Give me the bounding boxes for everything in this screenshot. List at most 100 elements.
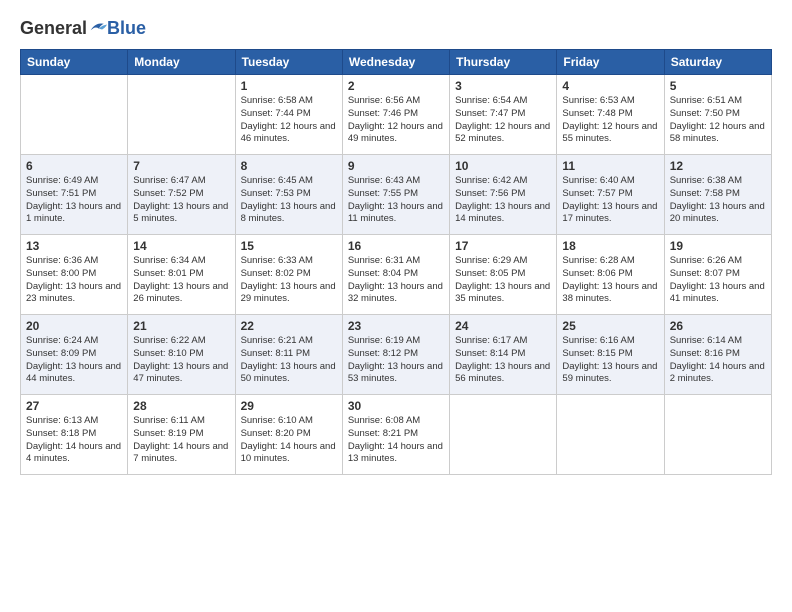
calendar-cell: 5 Sunrise: 6:51 AMSunset: 7:50 PMDaylight…	[664, 75, 771, 155]
cell-info: Sunrise: 6:26 AMSunset: 8:07 PMDaylight:…	[670, 255, 766, 306]
calendar-header-row: SundayMondayTuesdayWednesdayThursdayFrid…	[21, 50, 772, 75]
calendar-week-row: 13Sunrise: 6:36 AMSunset: 8:00 PMDayligh…	[21, 235, 772, 315]
cell-day-number: 15	[241, 239, 337, 253]
calendar-cell: 20Sunrise: 6:24 AMSunset: 8:09 PMDayligh…	[21, 315, 128, 395]
cell-day-number: 2	[348, 79, 444, 93]
calendar-cell: 23 Sunrise: 6:19 AMSunset: 8:12 PMDayligh…	[342, 315, 449, 395]
cell-info: Sunrise: 6:29 AMSunset: 8:05 PMDaylight:…	[455, 255, 551, 306]
calendar-cell: 4 Sunrise: 6:53 AMSunset: 7:48 PMDaylight…	[557, 75, 664, 155]
cell-info: Sunrise: 6:51 AMSunset: 7:50 PMDaylight:…	[670, 95, 766, 146]
cell-day-number: 7	[133, 159, 229, 173]
cell-info: Sunrise: 6:34 AMSunset: 8:01 PMDaylight:…	[133, 255, 229, 306]
cell-info: Sunrise: 6:58 AMSunset: 7:44 PMDaylight:…	[241, 95, 337, 146]
calendar-cell: 29 Sunrise: 6:10 AMSunset: 8:20 PMDayligh…	[235, 395, 342, 475]
calendar-cell: 30 Sunrise: 6:08 AMSunset: 8:21 PMDayligh…	[342, 395, 449, 475]
calendar-week-row: 6 Sunrise: 6:49 AMSunset: 7:51 PMDaylight…	[21, 155, 772, 235]
cell-info: Sunrise: 6:43 AMSunset: 7:55 PMDaylight:…	[348, 175, 444, 226]
cell-info: Sunrise: 6:47 AMSunset: 7:52 PMDaylight:…	[133, 175, 229, 226]
cell-day-number: 29	[241, 399, 337, 413]
calendar-week-row: 1 Sunrise: 6:58 AMSunset: 7:44 PMDaylight…	[21, 75, 772, 155]
cell-info: Sunrise: 6:54 AMSunset: 7:47 PMDaylight:…	[455, 95, 551, 146]
page: General Blue SundayMondayTuesdayWednesda…	[0, 0, 792, 612]
header: General Blue	[20, 18, 772, 39]
cell-info: Sunrise: 6:40 AMSunset: 7:57 PMDaylight:…	[562, 175, 658, 226]
cell-day-number: 9	[348, 159, 444, 173]
day-header-sunday: Sunday	[21, 50, 128, 75]
cell-day-number: 25	[562, 319, 658, 333]
cell-day-number: 6	[26, 159, 122, 173]
logo-bird-icon	[89, 20, 107, 34]
cell-day-number: 28	[133, 399, 229, 413]
calendar-cell: 25 Sunrise: 6:16 AMSunset: 8:15 PMDayligh…	[557, 315, 664, 395]
calendar-cell: 14Sunrise: 6:34 AMSunset: 8:01 PMDayligh…	[128, 235, 235, 315]
cell-day-number: 17	[455, 239, 551, 253]
cell-day-number: 3	[455, 79, 551, 93]
calendar-cell: 2Sunrise: 6:56 AMSunset: 7:46 PMDaylight…	[342, 75, 449, 155]
calendar-week-row: 20Sunrise: 6:24 AMSunset: 8:09 PMDayligh…	[21, 315, 772, 395]
cell-day-number: 8	[241, 159, 337, 173]
calendar-cell: 8 Sunrise: 6:45 AMSunset: 7:53 PMDaylight…	[235, 155, 342, 235]
cell-day-number: 30	[348, 399, 444, 413]
cell-info: Sunrise: 6:17 AMSunset: 8:14 PMDaylight:…	[455, 335, 551, 386]
cell-info: Sunrise: 6:33 AMSunset: 8:02 PMDaylight:…	[241, 255, 337, 306]
cell-day-number: 24	[455, 319, 551, 333]
calendar-cell: 1 Sunrise: 6:58 AMSunset: 7:44 PMDaylight…	[235, 75, 342, 155]
cell-info: Sunrise: 6:49 AMSunset: 7:51 PMDaylight:…	[26, 175, 122, 226]
calendar-cell: 16 Sunrise: 6:31 AMSunset: 8:04 PMDayligh…	[342, 235, 449, 315]
day-header-thursday: Thursday	[450, 50, 557, 75]
calendar-table: SundayMondayTuesdayWednesdayThursdayFrid…	[20, 49, 772, 475]
cell-info: Sunrise: 6:42 AMSunset: 7:56 PMDaylight:…	[455, 175, 551, 226]
calendar-cell: 7 Sunrise: 6:47 AMSunset: 7:52 PMDaylight…	[128, 155, 235, 235]
cell-info: Sunrise: 6:31 AMSunset: 8:04 PMDaylight:…	[348, 255, 444, 306]
calendar-cell: 12Sunrise: 6:38 AMSunset: 7:58 PMDayligh…	[664, 155, 771, 235]
cell-info: Sunrise: 6:10 AMSunset: 8:20 PMDaylight:…	[241, 415, 337, 466]
calendar-cell	[664, 395, 771, 475]
day-header-wednesday: Wednesday	[342, 50, 449, 75]
cell-day-number: 27	[26, 399, 122, 413]
cell-info: Sunrise: 6:14 AMSunset: 8:16 PMDaylight:…	[670, 335, 766, 386]
calendar-cell: 27Sunrise: 6:13 AMSunset: 8:18 PMDayligh…	[21, 395, 128, 475]
calendar-cell: 18 Sunrise: 6:28 AMSunset: 8:06 PMDayligh…	[557, 235, 664, 315]
cell-info: Sunrise: 6:53 AMSunset: 7:48 PMDaylight:…	[562, 95, 658, 146]
cell-day-number: 20	[26, 319, 122, 333]
calendar-cell	[450, 395, 557, 475]
day-header-monday: Monday	[128, 50, 235, 75]
logo-general-text: General	[20, 18, 87, 39]
cell-info: Sunrise: 6:16 AMSunset: 8:15 PMDaylight:…	[562, 335, 658, 386]
calendar-cell: 28 Sunrise: 6:11 AMSunset: 8:19 PMDayligh…	[128, 395, 235, 475]
calendar-cell: 22Sunrise: 6:21 AMSunset: 8:11 PMDayligh…	[235, 315, 342, 395]
calendar-cell: 21 Sunrise: 6:22 AMSunset: 8:10 PMDayligh…	[128, 315, 235, 395]
calendar-cell: 6 Sunrise: 6:49 AMSunset: 7:51 PMDaylight…	[21, 155, 128, 235]
cell-info: Sunrise: 6:21 AMSunset: 8:11 PMDaylight:…	[241, 335, 337, 386]
cell-info: Sunrise: 6:45 AMSunset: 7:53 PMDaylight:…	[241, 175, 337, 226]
cell-day-number: 16	[348, 239, 444, 253]
calendar-cell: 19 Sunrise: 6:26 AMSunset: 8:07 PMDayligh…	[664, 235, 771, 315]
cell-info: Sunrise: 6:11 AMSunset: 8:19 PMDaylight:…	[133, 415, 229, 466]
calendar-cell	[21, 75, 128, 155]
day-header-saturday: Saturday	[664, 50, 771, 75]
calendar-cell: 9 Sunrise: 6:43 AMSunset: 7:55 PMDaylight…	[342, 155, 449, 235]
cell-day-number: 1	[241, 79, 337, 93]
logo: General Blue	[20, 18, 146, 39]
calendar-week-row: 27Sunrise: 6:13 AMSunset: 8:18 PMDayligh…	[21, 395, 772, 475]
calendar-cell: 17 Sunrise: 6:29 AMSunset: 8:05 PMDayligh…	[450, 235, 557, 315]
calendar-cell	[128, 75, 235, 155]
calendar-cell: 11Sunrise: 6:40 AMSunset: 7:57 PMDayligh…	[557, 155, 664, 235]
cell-day-number: 26	[670, 319, 766, 333]
cell-day-number: 19	[670, 239, 766, 253]
cell-day-number: 5	[670, 79, 766, 93]
cell-info: Sunrise: 6:28 AMSunset: 8:06 PMDaylight:…	[562, 255, 658, 306]
cell-day-number: 12	[670, 159, 766, 173]
cell-info: Sunrise: 6:22 AMSunset: 8:10 PMDaylight:…	[133, 335, 229, 386]
cell-day-number: 18	[562, 239, 658, 253]
cell-day-number: 21	[133, 319, 229, 333]
calendar-cell: 26 Sunrise: 6:14 AMSunset: 8:16 PMDayligh…	[664, 315, 771, 395]
calendar-cell: 10Sunrise: 6:42 AMSunset: 7:56 PMDayligh…	[450, 155, 557, 235]
cell-day-number: 13	[26, 239, 122, 253]
calendar-cell	[557, 395, 664, 475]
cell-day-number: 4	[562, 79, 658, 93]
cell-day-number: 23	[348, 319, 444, 333]
calendar-cell: 3 Sunrise: 6:54 AMSunset: 7:47 PMDaylight…	[450, 75, 557, 155]
cell-info: Sunrise: 6:08 AMSunset: 8:21 PMDaylight:…	[348, 415, 444, 466]
cell-info: Sunrise: 6:19 AMSunset: 8:12 PMDaylight:…	[348, 335, 444, 386]
